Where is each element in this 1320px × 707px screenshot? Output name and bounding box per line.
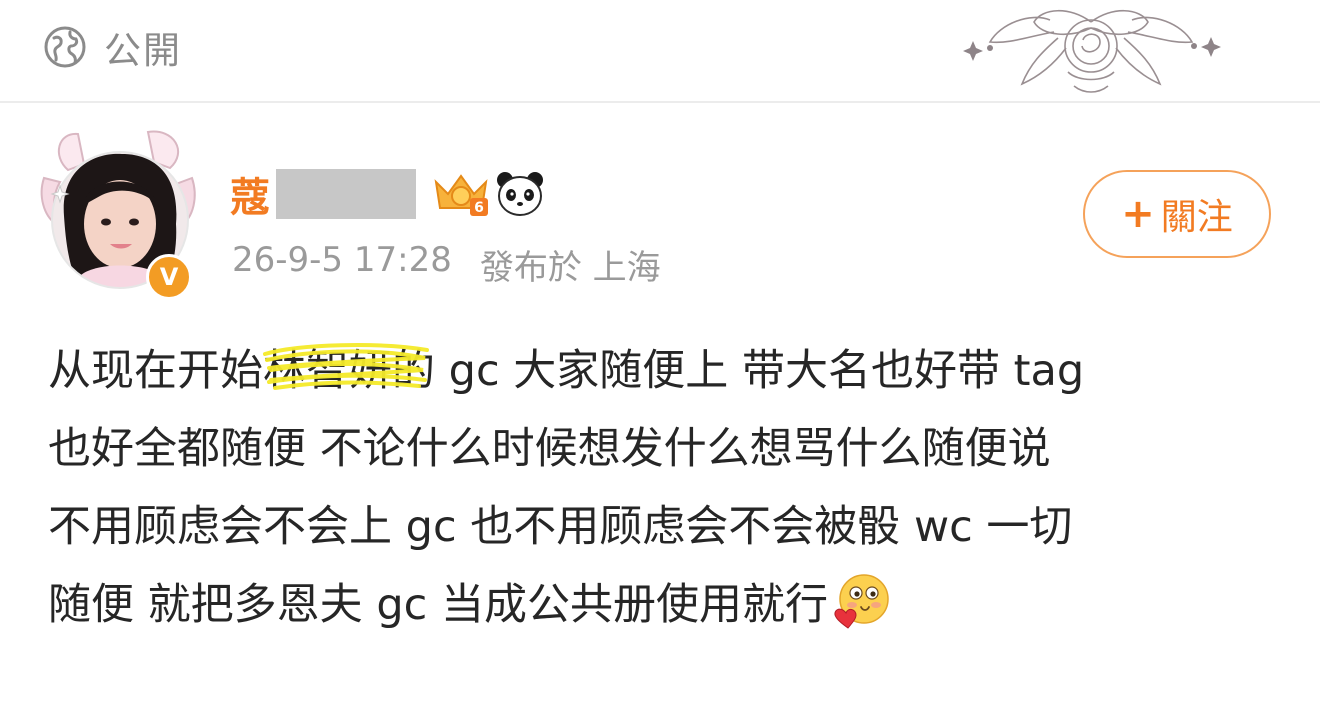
visibility-indicator[interactable]: 公開 [42,22,182,72]
redacted-name-block [276,169,416,219]
scribbled-text: 林智妍 [263,332,429,410]
post-line-1-start: 从现在开始 [48,346,263,396]
post-body: 从现在开始林智妍 的 gc 大家随便上 带大名也好带 tag 也好全都随便 不论… [48,332,1278,644]
ornament-bow-icon [963,10,1221,93]
crown-level-text: 6 [474,200,484,216]
verified-badge: V [146,254,192,300]
crown-level-6-icon[interactable]: 6 [430,168,492,220]
post-line-1: 从现在开始林智妍 的 gc 大家随便上 带大名也好带 tag [48,332,1278,410]
plus-icon: + [1121,191,1155,237]
follow-button[interactable]: + 關注 [1083,170,1271,258]
avatar[interactable]: V [38,126,198,300]
blushing-heart-emoji [834,574,889,629]
weibo-post-screen: 公開 V 蔻 6 26-9-5 17:28 發布於 上海 + 關注 从现在开始林… [0,0,1320,707]
panda-icon[interactable] [494,170,546,218]
post-visibility-bar: 公開 [0,0,1320,103]
post-line-3: 不用顾虑会不会上 gc 也不用顾虑会不会被骰 wc 一切 [48,502,1073,552]
scribbled-name: 林智妍 [263,346,392,396]
post-line-4: 随便 就把多恩夫 gc 当成公共册使用就行 [48,566,1278,644]
post-location: 發布於 上海 [479,248,661,288]
post-meta: 26-9-5 17:28 發布於 上海 [232,240,661,289]
post-timestamp: 26-9-5 17:28 [232,240,452,280]
post-line-2: 也好全都随便 不论什么时候想发什么想骂什么随便说 [48,424,1051,474]
globe-icon [44,26,86,68]
author-name[interactable]: 蔻 [230,165,270,223]
follow-label: 關注 [1160,197,1233,238]
post-line-1-end: 的 gc 大家随便上 带大名也好带 tag [392,346,1085,396]
visibility-label: 公開 [104,29,182,72]
post-line-4-text: 随便 就把多恩夫 gc 当成公共册使用就行 [48,580,828,630]
author-name-row: 蔻 6 [230,165,546,223]
